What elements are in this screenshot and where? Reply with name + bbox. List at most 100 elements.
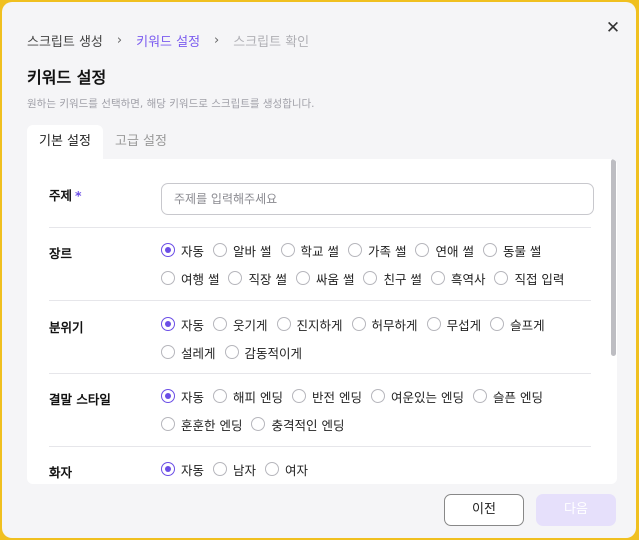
genre-option[interactable]: 연애 썰: [415, 242, 474, 259]
radio-button[interactable]: [213, 243, 228, 257]
narrator-option[interactable]: 남자: [213, 461, 257, 478]
genre-option[interactable]: 학교 썰: [280, 242, 339, 259]
ending-option[interactable]: 슬픈 엔딩: [472, 388, 543, 405]
radio-button[interactable]: [161, 317, 175, 331]
radio-button[interactable]: [426, 317, 441, 331]
radio-button[interactable]: [213, 317, 228, 331]
next-button[interactable]: 다음: [536, 494, 616, 526]
genre-option-label: 여행 썰: [181, 271, 220, 287]
genre-option-label: 연애 썰: [435, 243, 474, 259]
genre-option[interactable]: 흑역사: [430, 270, 486, 287]
radio-button[interactable]: [370, 389, 385, 403]
genre-option-label: 가족 썰: [367, 243, 407, 259]
narrator-option-label: 남자: [233, 462, 257, 478]
ending-style-label: 결말 스타일: [49, 392, 111, 407]
radio-button[interactable]: [228, 271, 243, 285]
ending-option[interactable]: 훈훈한 엔딩: [161, 416, 243, 433]
dialog-subtitle: 원하는 키워드를 선택하면, 해당 키워드로 스크립트를 생성합니다.: [27, 98, 315, 110]
mood-option-label: 자동: [181, 317, 205, 333]
topic-input[interactable]: [161, 183, 594, 215]
topic-row: 주제 *: [49, 159, 594, 228]
genre-option-label: 흑역사: [450, 271, 486, 287]
radio-button[interactable]: [213, 389, 228, 403]
radio-button[interactable]: [415, 243, 430, 257]
scrollbar[interactable]: [611, 159, 616, 356]
mood-option[interactable]: 웃기게: [213, 316, 268, 333]
mood-option[interactable]: 설레게: [161, 344, 216, 361]
mood-label: 분위기: [49, 320, 84, 335]
tab-advanced-settings[interactable]: 고급 설정: [103, 125, 179, 160]
topic-label-text: 주제: [49, 188, 73, 203]
radio-button[interactable]: [482, 243, 497, 257]
mood-row: 분위기 자동 웃기게 진지하게 허무하게 무섭게 슬프게설레게 감동적이게: [49, 301, 591, 374]
genre-option[interactable]: 가족 썰: [347, 242, 407, 259]
mood-option-label: 무섭게: [446, 317, 482, 333]
radio-button[interactable]: [276, 317, 291, 331]
chevron-right-icon: ›: [116, 32, 123, 48]
radio-button[interactable]: [224, 345, 239, 359]
prev-button[interactable]: 이전: [444, 494, 524, 526]
breadcrumb-step-script-confirm: 스크립트 확인: [233, 34, 310, 50]
ending-option-label: 충격적인 엔딩: [271, 417, 345, 433]
dialog-title: 키워드 설정: [27, 68, 107, 87]
mood-option[interactable]: 허무하게: [351, 316, 418, 333]
narrator-option[interactable]: 여자: [265, 461, 309, 478]
settings-tabs: 기본 설정 고급 설정: [27, 125, 179, 160]
ending-option-label: 여운있는 엔딩: [390, 389, 464, 405]
ending-option-label: 슬픈 엔딩: [492, 389, 543, 405]
genre-option[interactable]: 직접 입력: [494, 270, 565, 287]
radio-button[interactable]: [161, 345, 175, 359]
radio-button[interactable]: [213, 462, 228, 476]
radio-button[interactable]: [265, 462, 280, 476]
ending-option[interactable]: 자동: [161, 388, 204, 405]
ending-option[interactable]: 여운있는 엔딩: [370, 388, 464, 405]
radio-button[interactable]: [161, 417, 175, 431]
genre-option[interactable]: 알바 썰: [213, 242, 272, 259]
radio-button[interactable]: [351, 317, 366, 331]
ending-option-label: 훈훈한 엔딩: [181, 417, 243, 433]
mood-option[interactable]: 감동적이게: [224, 344, 302, 361]
radio-button[interactable]: [430, 271, 445, 285]
radio-button[interactable]: [295, 271, 310, 285]
mood-option[interactable]: 무섭게: [426, 316, 482, 333]
narrator-option[interactable]: 자동: [161, 461, 204, 478]
radio-button[interactable]: [161, 271, 175, 285]
ending-option[interactable]: 충격적인 엔딩: [251, 416, 345, 433]
mood-option[interactable]: 슬프게: [490, 316, 545, 333]
radio-button[interactable]: [161, 243, 175, 257]
radio-button[interactable]: [161, 389, 175, 403]
mood-option-label: 웃기게: [233, 317, 268, 333]
topic-label: 주제 *: [49, 185, 82, 204]
radio-button[interactable]: [251, 417, 266, 431]
genre-option-label: 직접 입력: [514, 271, 565, 287]
genre-option[interactable]: 동물 썰: [482, 242, 541, 259]
genre-option[interactable]: 친구 썰: [363, 270, 422, 287]
ending-option[interactable]: 해피 엔딩: [213, 388, 283, 405]
radio-button[interactable]: [347, 243, 362, 257]
genre-option[interactable]: 자동: [161, 242, 204, 259]
chevron-right-icon: ›: [214, 32, 220, 48]
ending-option-label: 반전 엔딩: [312, 389, 362, 405]
close-icon[interactable]: ✕: [604, 19, 622, 37]
narrator-option-label: 여자: [285, 462, 309, 478]
breadcrumb-step-script-create: 스크립트 생성: [27, 34, 103, 50]
mood-option[interactable]: 자동: [161, 316, 205, 333]
genre-option-label: 직장 썰: [248, 271, 287, 287]
ending-option[interactable]: 반전 엔딩: [292, 388, 362, 405]
radio-button[interactable]: [161, 462, 175, 476]
tab-basic-settings[interactable]: 기본 설정: [27, 125, 103, 160]
radio-button[interactable]: [472, 389, 487, 403]
radio-button[interactable]: [363, 271, 378, 285]
mood-option[interactable]: 진지하게: [276, 316, 343, 333]
radio-button[interactable]: [494, 271, 509, 285]
mood-option-label: 허무하게: [371, 317, 418, 333]
genre-option[interactable]: 싸움 썰: [295, 270, 354, 287]
ending-option-label: 해피 엔딩: [233, 389, 283, 405]
genre-option[interactable]: 여행 썰: [161, 270, 220, 287]
ending-style-options: 자동 해피 엔딩 반전 엔딩 여운있는 엔딩 슬픈 엔딩훈훈한 엔딩 충격적인 엔딩: [161, 388, 601, 433]
radio-button[interactable]: [490, 317, 505, 331]
genre-option[interactable]: 직장 썰: [228, 270, 287, 287]
keyword-settings-dialog: ✕ 스크립트 생성 › 키워드 설정 › 스크립트 확인 키워드 설정 원하는 …: [2, 2, 636, 538]
radio-button[interactable]: [292, 389, 306, 403]
radio-button[interactable]: [280, 243, 295, 257]
